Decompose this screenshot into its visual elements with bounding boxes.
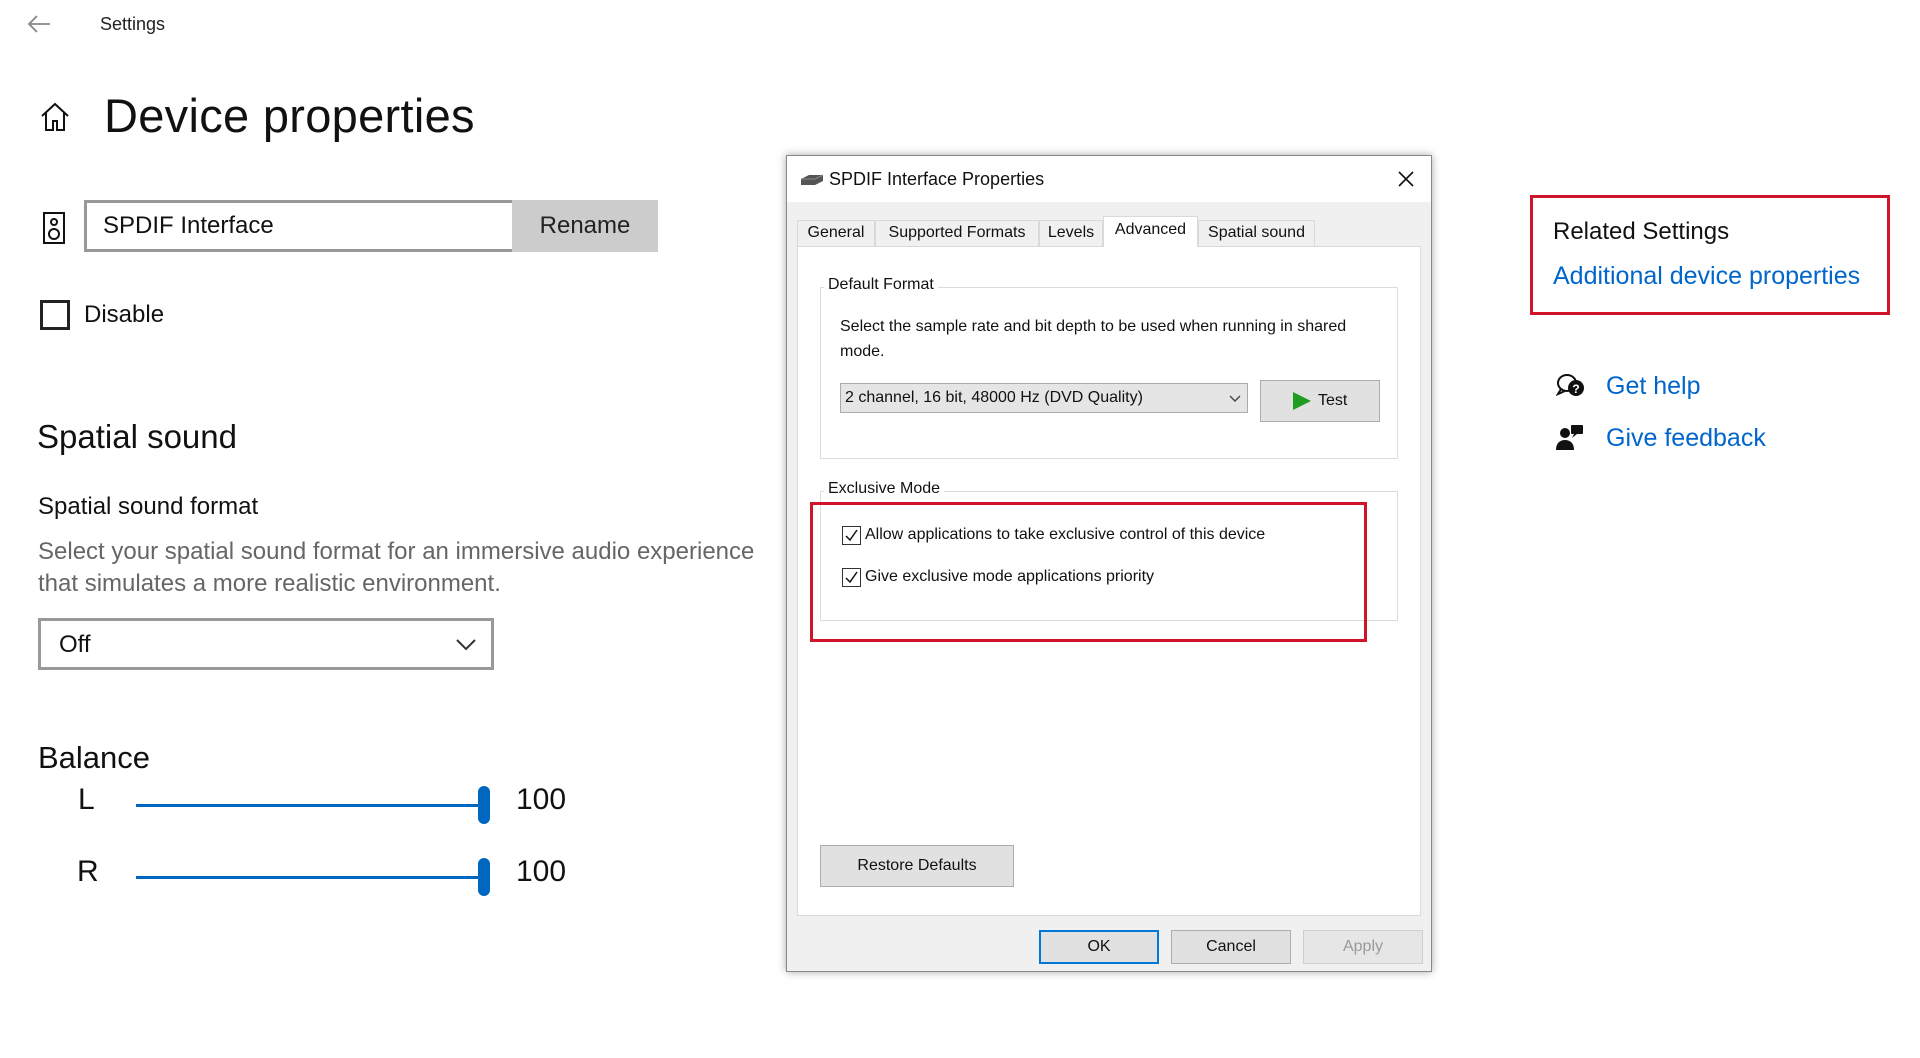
feedback-person-icon	[1556, 424, 1584, 452]
test-button[interactable]: Test	[1260, 380, 1380, 422]
tab-supported-formats[interactable]: Supported Formats	[875, 220, 1039, 246]
spatial-sound-heading: Spatial sound	[37, 418, 237, 455]
tab-spatial-sound[interactable]: Spatial sound	[1198, 220, 1315, 246]
exclusive-mode-highlight	[810, 502, 1367, 642]
spatial-format-description: Select your spatial sound format for an …	[38, 538, 755, 597]
close-icon[interactable]	[1391, 164, 1421, 194]
speaker-icon	[42, 211, 68, 245]
rename-button[interactable]: Rename	[512, 200, 658, 252]
tab-levels[interactable]: Levels	[1039, 220, 1103, 246]
default-format-dropdown[interactable]: 2 channel, 16 bit, 48000 Hz (DVD Quality…	[840, 383, 1248, 413]
disable-label: Disable	[84, 301, 165, 328]
device-name-input[interactable]	[84, 200, 580, 252]
chevron-down-icon	[1229, 392, 1241, 404]
additional-device-properties-link[interactable]: Additional device properties	[1553, 262, 1860, 291]
svg-text:?: ?	[1572, 382, 1579, 396]
exclusive-mode-label: Exclusive Mode	[824, 480, 945, 498]
balance-left-value: 100	[516, 783, 567, 816]
give-feedback-link[interactable]: Give feedback	[1606, 424, 1766, 453]
balance-right-track[interactable]	[136, 876, 484, 879]
balance-left-track[interactable]	[136, 804, 484, 807]
back-arrow-icon[interactable]	[26, 12, 52, 36]
help-chat-icon: ?	[1555, 372, 1586, 400]
test-button-label: Test	[1318, 392, 1348, 409]
disable-checkbox[interactable]	[40, 300, 70, 330]
app-title: Settings	[100, 14, 166, 34]
get-help-link[interactable]: Get help	[1606, 372, 1701, 401]
default-format-description: Select the sample rate and bit depth to …	[840, 318, 1347, 360]
chevron-down-icon	[455, 633, 477, 655]
dialog-title: SPDIF Interface Properties	[829, 169, 1045, 189]
balance-heading: Balance	[38, 740, 151, 775]
balance-right-label: R	[77, 855, 99, 888]
cancel-button[interactable]: Cancel	[1171, 930, 1291, 964]
tab-advanced[interactable]: Advanced	[1103, 216, 1198, 247]
tab-general[interactable]: General	[797, 220, 875, 246]
related-settings-highlight	[1530, 195, 1890, 315]
dialog-titlebar[interactable]: SPDIF Interface Properties	[787, 156, 1431, 202]
page-title: Device properties	[104, 89, 475, 142]
play-icon	[1293, 392, 1311, 410]
home-icon[interactable]	[38, 100, 72, 134]
spatial-format-label: Spatial sound format	[38, 493, 259, 520]
balance-right-value: 100	[516, 855, 567, 888]
default-format-label: Default Format	[824, 276, 938, 294]
default-format-value: 2 channel, 16 bit, 48000 Hz (DVD Quality…	[845, 389, 1143, 406]
spatial-format-dropdown[interactable]: Off	[38, 618, 494, 670]
related-settings-title: Related Settings	[1553, 218, 1730, 245]
ok-button[interactable]: OK	[1039, 930, 1159, 964]
apply-button[interactable]: Apply	[1303, 930, 1423, 964]
balance-left-label: L	[78, 783, 95, 816]
default-format-group	[820, 287, 1398, 459]
balance-left-thumb[interactable]	[478, 786, 490, 824]
spatial-format-value: Off	[59, 631, 91, 658]
restore-defaults-button[interactable]: Restore Defaults	[820, 845, 1014, 887]
balance-right-thumb[interactable]	[478, 858, 490, 896]
audio-device-icon	[799, 173, 825, 187]
